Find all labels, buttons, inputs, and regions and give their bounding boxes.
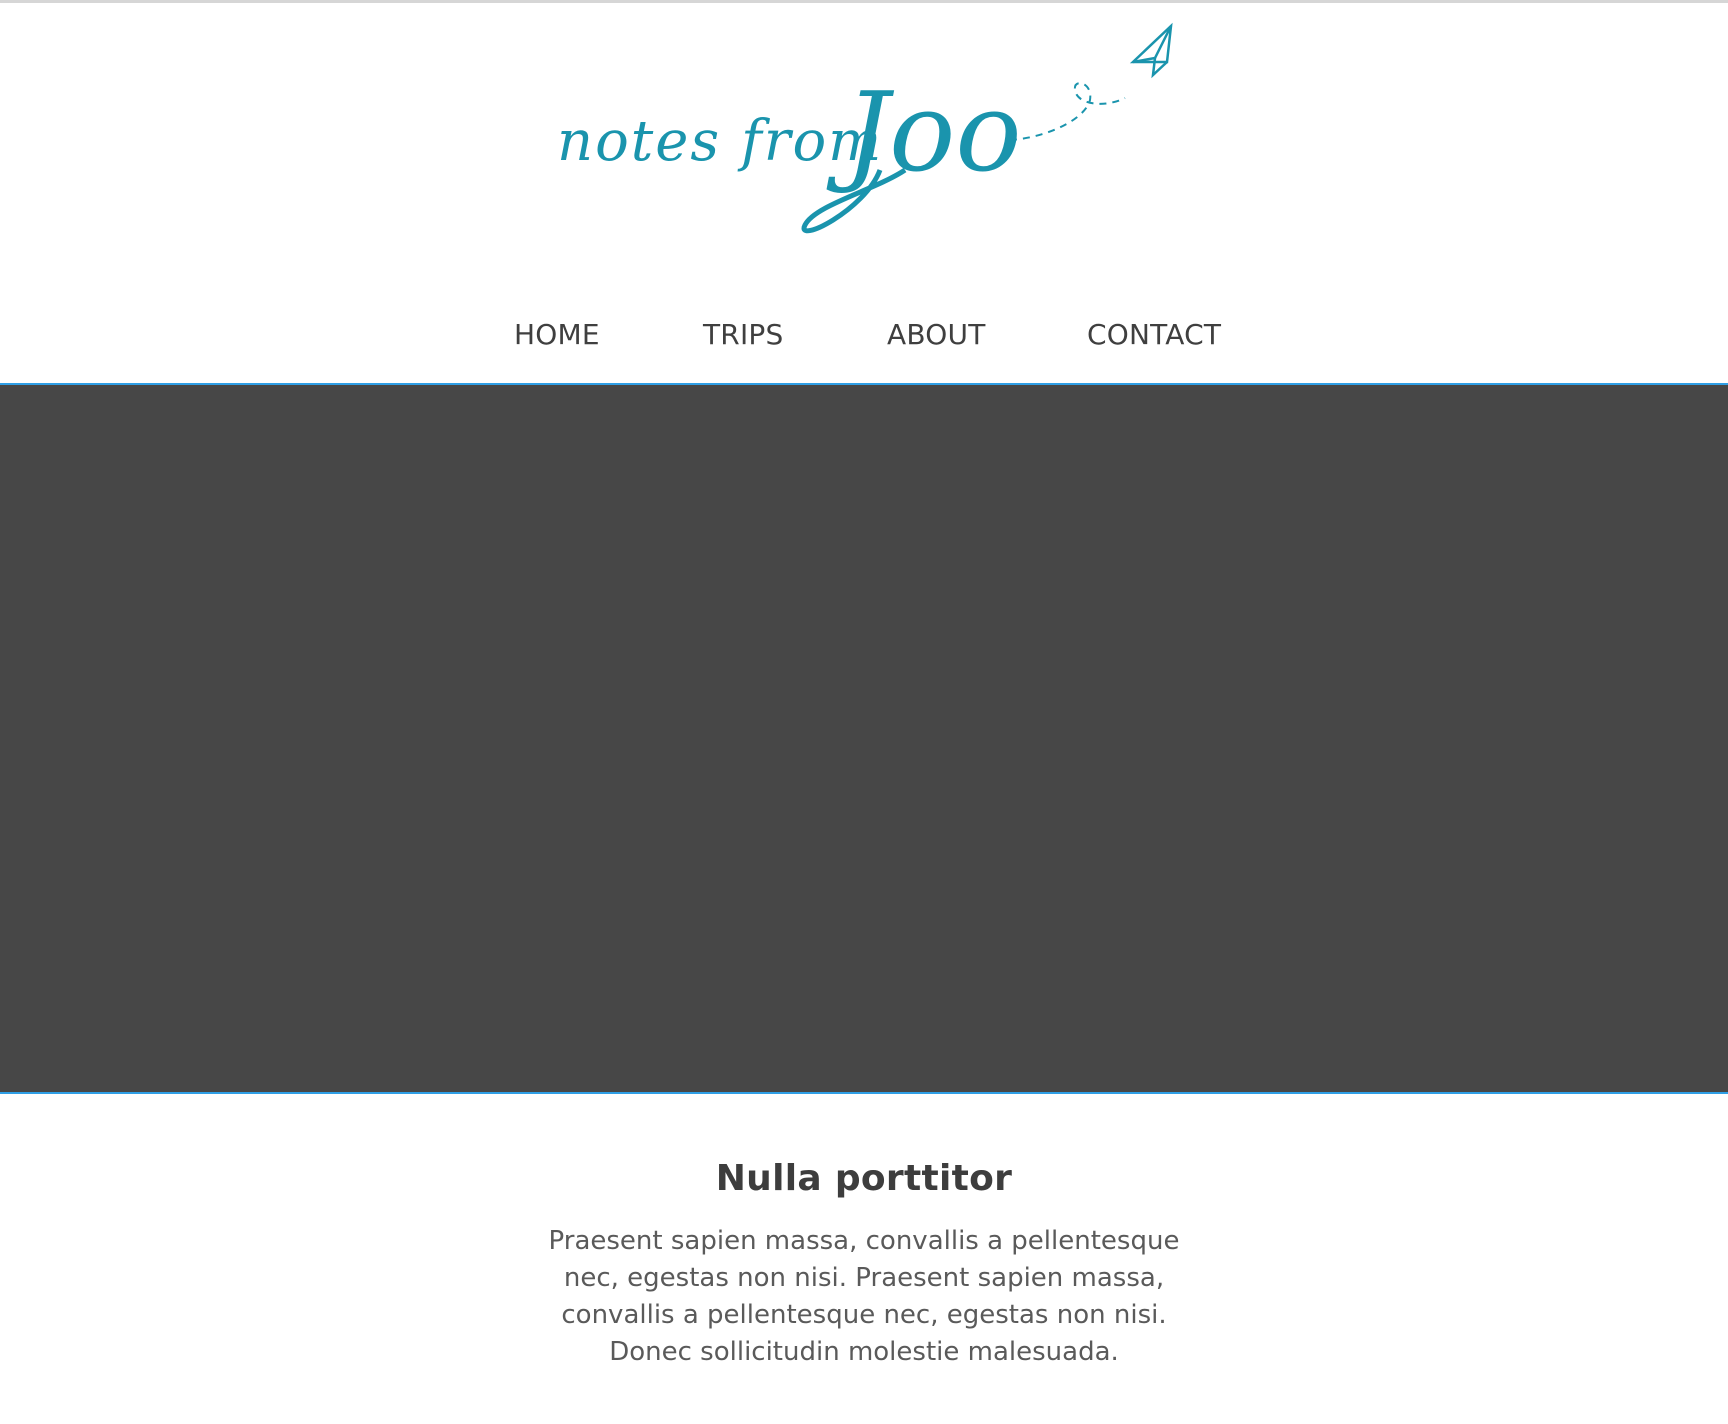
section-heading: Nulla porttitor xyxy=(715,1158,1013,1199)
hero-banner xyxy=(0,383,1728,1094)
section-body: Praesent sapien massa, convallis a pelle… xyxy=(548,1226,1180,1367)
nav-contact[interactable]: CONTACT xyxy=(1087,318,1221,351)
logo-name-text: Joo xyxy=(826,68,1022,196)
browser-top-rule xyxy=(0,0,1728,3)
nav-home[interactable]: HOME xyxy=(514,318,600,351)
intro-section: Nulla porttitor Praesent sapien massa, c… xyxy=(0,1158,1728,1371)
site-logo[interactable]: notes from Joo xyxy=(545,20,1185,250)
paper-plane-icon xyxy=(1129,22,1173,79)
logo-script-text: notes from xyxy=(557,109,883,174)
main-nav: HOME TRIPS ABOUT CONTACT xyxy=(0,318,1728,368)
nav-trips[interactable]: TRIPS xyxy=(703,318,783,351)
flight-path xyxy=(1009,82,1126,141)
nav-about[interactable]: ABOUT xyxy=(887,318,986,351)
